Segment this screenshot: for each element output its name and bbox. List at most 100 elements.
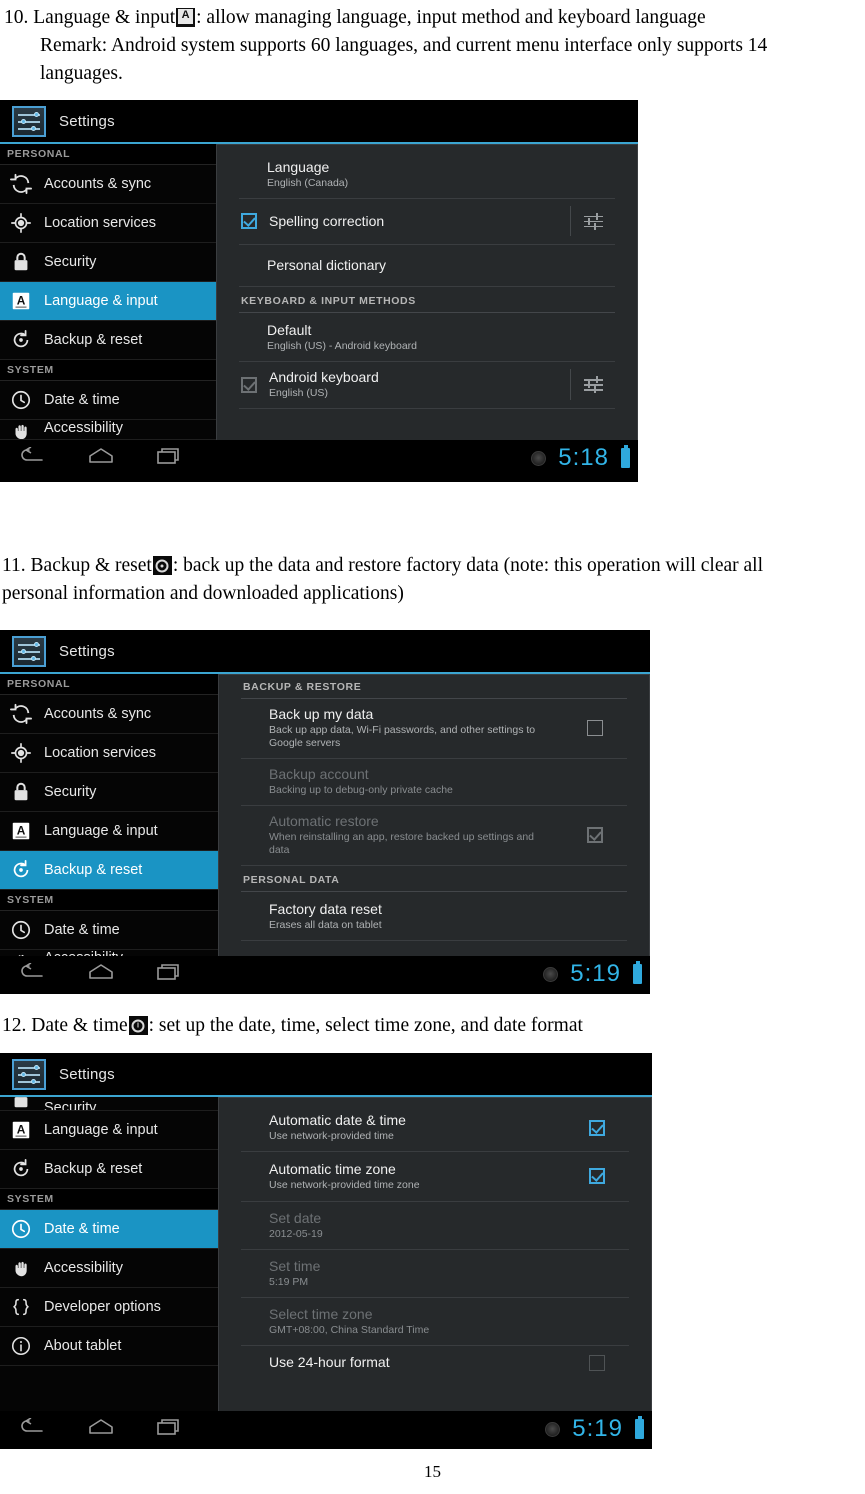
backup-icon — [10, 329, 32, 351]
lock-icon — [10, 251, 32, 273]
sidebar-item-language-input[interactable]: A Language & input — [0, 1111, 218, 1150]
pref-back-up-my-data[interactable]: Back up my data Back up app data, Wi-Fi … — [241, 699, 627, 759]
sidebar-item-security[interactable]: Security — [0, 1097, 218, 1111]
sidebar-item-security[interactable]: Security — [0, 243, 216, 282]
sidebar-item-location-services[interactable]: Location services — [0, 204, 216, 243]
spelling-settings-button[interactable] — [571, 212, 615, 231]
back-icon[interactable] — [18, 445, 46, 470]
home-icon[interactable] — [88, 1418, 114, 1441]
screenshot-date-time: Settings Security A Language & input Bac… — [0, 1053, 652, 1449]
android-keyboard-settings-button[interactable] — [571, 375, 615, 394]
sidebar-item-backup-reset[interactable]: Backup & reset — [0, 321, 216, 360]
pref-set-date: Set date 2012-05-19 — [241, 1202, 629, 1250]
sidebar-item-language-input[interactable]: A Language & input — [0, 282, 216, 321]
item-10-remark-line1: Remark: Android system supports 60 langu… — [40, 35, 768, 56]
pref-factory-data-reset[interactable]: Factory data reset Erases all data on ta… — [241, 892, 627, 941]
home-icon[interactable] — [88, 447, 114, 470]
settings-content-pane: Automatic date & time Use network-provid… — [218, 1097, 652, 1411]
battery-icon — [635, 1416, 644, 1439]
home-icon[interactable] — [88, 963, 114, 986]
recents-icon[interactable] — [156, 447, 182, 470]
pref-default-keyboard[interactable]: Default English (US) - Android keyboard — [239, 313, 615, 362]
sidebar-item-security[interactable]: Security — [0, 773, 218, 812]
sidebar-item-developer-options[interactable]: Developer options — [0, 1288, 218, 1327]
battery-icon — [621, 445, 630, 468]
sidebar-item-label: Date & time — [44, 1221, 120, 1237]
sidebar-item-label: Security — [44, 254, 97, 270]
settings-sidebar: PERSONAL Accounts & sync Location servic… — [0, 674, 218, 956]
sidebar-item-label: Language & input — [44, 1122, 158, 1138]
pref-language[interactable]: Language English (Canada) — [239, 145, 615, 199]
screenshot-backup-reset: Settings PERSONAL Accounts & sync Locati… — [0, 630, 650, 994]
sidebar-item-label: Security — [44, 1100, 97, 1111]
sidebar-item-label: Accounts & sync — [44, 706, 152, 722]
pref-spelling-correction[interactable]: Spelling correction — [239, 199, 615, 245]
sidebar-item-label: About tablet — [44, 1338, 122, 1354]
pref-backup-account: Backup account Backing up to debug-only … — [241, 759, 627, 806]
location-icon — [10, 212, 32, 234]
pref-title: Spelling correction — [269, 212, 385, 229]
sidebar-item-date-time[interactable]: Date & time — [0, 911, 218, 950]
sidebar-item-date-time[interactable]: Date & time — [0, 1210, 218, 1249]
sidebar-item-backup-reset[interactable]: Backup & reset — [0, 1150, 218, 1189]
automatic-time-zone-checkbox[interactable] — [589, 1168, 605, 1184]
item-11-text-post: : back up the data and restore factory d… — [172, 555, 764, 576]
item-11-line2: personal information and downloaded appl… — [2, 583, 404, 604]
settings-content-pane: Language English (Canada) Spelling corre… — [216, 144, 638, 440]
android-keyboard-checkbox[interactable] — [241, 376, 257, 393]
language-a-icon: A — [10, 290, 32, 312]
sidebar-item-label: Language & input — [44, 823, 158, 839]
pref-title: Set time — [269, 1257, 321, 1274]
recents-icon[interactable] — [156, 963, 182, 986]
pref-android-keyboard[interactable]: Android keyboard English (US) — [239, 362, 615, 409]
pref-automatic-time-zone[interactable]: Automatic time zone Use network-provided… — [241, 1152, 629, 1202]
clock-icon — [10, 389, 32, 411]
screenshot-language-input: Settings Accounts & sync PERSONAL Accoun… — [0, 100, 638, 482]
pref-summary: Backing up to debug-only private cache — [269, 784, 453, 796]
use-24-hour-format-checkbox[interactable] — [589, 1354, 605, 1371]
backup-icon — [10, 1158, 32, 1180]
recents-icon[interactable] — [156, 1418, 182, 1441]
pref-title: Automatic restore — [269, 813, 379, 829]
sidebar-item-accessibility[interactable]: Accessibility — [0, 420, 216, 440]
back-up-my-data-checkbox[interactable] — [587, 720, 603, 736]
spelling-correction-checkbox[interactable] — [241, 213, 257, 229]
settings-header: Settings — [0, 630, 650, 674]
pref-automatic-date-time[interactable]: Automatic date & time Use network-provid… — [241, 1098, 629, 1152]
paragraph-item-12: 12. Date & time: set up the date, time, … — [2, 1012, 864, 1040]
sidebar-item-label: Security — [44, 784, 97, 800]
pref-automatic-restore: Automatic restore When reinstalling an a… — [241, 806, 627, 866]
back-icon[interactable] — [18, 961, 46, 986]
sidebar-item-accounts-sync[interactable]: Accounts & sync — [0, 165, 216, 204]
sidebar-item-backup-reset[interactable]: Backup & reset — [0, 851, 218, 890]
pref-personal-dictionary[interactable]: Personal dictionary — [239, 245, 615, 287]
paragraph-item-10: 10. Language & input A: allow managing la… — [4, 4, 862, 88]
pref-group-personal-data: PERSONAL DATA — [241, 866, 627, 892]
item-10-text-pre: 10. Language & input — [4, 7, 176, 28]
sidebar-item-about-tablet[interactable]: About tablet — [0, 1327, 218, 1366]
location-icon — [10, 742, 32, 764]
sidebar-item-accounts-sync[interactable]: Accounts & sync — [0, 695, 218, 734]
pref-summary: Erases all data on tablet — [269, 919, 382, 931]
status-dot-icon — [543, 966, 559, 982]
sidebar-item-language-input[interactable]: A Language & input — [0, 812, 218, 851]
sidebar-group-label-personal: PERSONAL — [0, 144, 216, 165]
pref-group-keyboard-input-methods: KEYBOARD & INPUT METHODS — [239, 287, 615, 313]
pref-use-24-hour-format[interactable]: Use 24-hour format — [241, 1346, 629, 1380]
sidebar-item-label: Accounts & sync — [44, 176, 152, 192]
paragraph-item-11: 11. Backup & reset: back up the data and… — [2, 552, 864, 608]
sidebar-item-label: Location services — [44, 745, 157, 761]
sidebar-item-accessibility[interactable]: Accessibility — [0, 1249, 218, 1288]
pref-title: Automatic date & time — [269, 1112, 406, 1128]
sidebar-item-label: Backup & reset — [44, 862, 143, 878]
status-dot-icon — [545, 1421, 561, 1437]
sidebar-item-label: Date & time — [44, 922, 120, 938]
back-icon[interactable] — [18, 1416, 46, 1441]
automatic-date-time-checkbox[interactable] — [589, 1119, 605, 1136]
pref-title: Automatic time zone — [269, 1160, 396, 1177]
language-a-icon: A — [10, 820, 32, 842]
sidebar-item-location-services[interactable]: Location services — [0, 734, 218, 773]
sidebar-item-date-time[interactable]: Date & time — [0, 381, 216, 420]
sidebar-item-label: Backup & reset — [44, 332, 143, 348]
pref-title: Back up my data — [269, 706, 374, 722]
